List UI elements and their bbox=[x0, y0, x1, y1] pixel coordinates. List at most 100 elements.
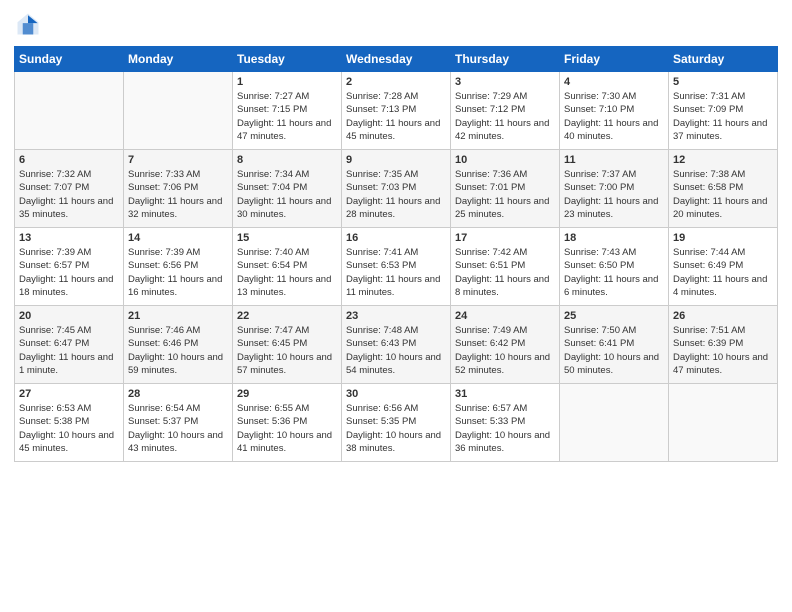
day-number: 3 bbox=[455, 76, 555, 88]
day-number: 17 bbox=[455, 232, 555, 244]
day-number: 11 bbox=[564, 154, 664, 166]
day-number: 30 bbox=[346, 388, 446, 400]
day-cell bbox=[669, 384, 778, 462]
weekday-header-tuesday: Tuesday bbox=[233, 47, 342, 72]
day-number: 16 bbox=[346, 232, 446, 244]
day-info: Sunrise: 6:57 AMSunset: 5:33 PMDaylight:… bbox=[455, 402, 555, 455]
logo bbox=[14, 10, 44, 38]
day-info: Sunrise: 7:31 AMSunset: 7:09 PMDaylight:… bbox=[673, 90, 773, 143]
day-info: Sunrise: 7:39 AMSunset: 6:57 PMDaylight:… bbox=[19, 246, 119, 299]
day-cell: 24 Sunrise: 7:49 AMSunset: 6:42 PMDayligh… bbox=[451, 306, 560, 384]
calendar-header: SundayMondayTuesdayWednesdayThursdayFrid… bbox=[15, 47, 778, 72]
day-info: Sunrise: 7:39 AMSunset: 6:56 PMDaylight:… bbox=[128, 246, 228, 299]
day-cell: 16Sunrise: 7:41 AMSunset: 6:53 PMDayligh… bbox=[342, 228, 451, 306]
day-info: Sunrise: 7:46 AMSunset: 6:46 PMDaylight:… bbox=[128, 324, 228, 377]
logo-icon bbox=[14, 10, 42, 38]
day-info: Sunrise: 7:47 AMSunset: 6:45 PMDaylight:… bbox=[237, 324, 337, 377]
week-row-3: 13 Sunrise: 7:39 AMSunset: 6:57 PMDayligh… bbox=[15, 228, 778, 306]
day-info: Sunrise: 7:30 AMSunset: 7:10 PMDaylight:… bbox=[564, 90, 664, 143]
day-info: Sunrise: 7:37 AMSunset: 7:00 PMDaylight:… bbox=[564, 168, 664, 221]
day-info: Sunrise: 7:35 AMSunset: 7:03 PMDaylight:… bbox=[346, 168, 446, 221]
day-info: Sunrise: 7:45 AMSunset: 6:47 PMDaylight:… bbox=[19, 324, 119, 377]
day-cell: 9 Sunrise: 7:35 AMSunset: 7:03 PMDaylight… bbox=[342, 150, 451, 228]
day-number: 28 bbox=[128, 388, 228, 400]
day-number: 26 bbox=[673, 310, 773, 322]
day-cell: 18 Sunrise: 7:43 AMSunset: 6:50 PMDayligh… bbox=[560, 228, 669, 306]
day-info: Sunrise: 6:55 AMSunset: 5:36 PMDaylight:… bbox=[237, 402, 337, 455]
day-info: Sunrise: 6:53 AMSunset: 5:38 PMDaylight:… bbox=[19, 402, 119, 455]
day-number: 27 bbox=[19, 388, 119, 400]
day-cell: 27 Sunrise: 6:53 AMSunset: 5:38 PMDayligh… bbox=[15, 384, 124, 462]
day-cell: 26 Sunrise: 7:51 AMSunset: 6:39 PMDayligh… bbox=[669, 306, 778, 384]
day-info: Sunrise: 7:27 AMSunset: 7:15 PMDaylight:… bbox=[237, 90, 337, 143]
day-number: 15 bbox=[237, 232, 337, 244]
day-info: Sunrise: 7:28 AMSunset: 7:13 PMDaylight:… bbox=[346, 90, 446, 143]
day-cell: 13 Sunrise: 7:39 AMSunset: 6:57 PMDayligh… bbox=[15, 228, 124, 306]
day-cell: 21 Sunrise: 7:46 AMSunset: 6:46 PMDayligh… bbox=[124, 306, 233, 384]
day-cell: 10Sunrise: 7:36 AMSunset: 7:01 PMDayligh… bbox=[451, 150, 560, 228]
day-info: Sunrise: 7:49 AMSunset: 6:42 PMDaylight:… bbox=[455, 324, 555, 377]
day-cell: 25 Sunrise: 7:50 AMSunset: 6:41 PMDayligh… bbox=[560, 306, 669, 384]
day-cell: 5 Sunrise: 7:31 AMSunset: 7:09 PMDaylight… bbox=[669, 72, 778, 150]
header bbox=[14, 10, 778, 38]
day-cell bbox=[15, 72, 124, 150]
week-row-1: 1 Sunrise: 7:27 AMSunset: 7:15 PMDaylight… bbox=[15, 72, 778, 150]
day-number: 24 bbox=[455, 310, 555, 322]
day-cell: 8Sunrise: 7:34 AMSunset: 7:04 PMDaylight… bbox=[233, 150, 342, 228]
day-info: Sunrise: 7:51 AMSunset: 6:39 PMDaylight:… bbox=[673, 324, 773, 377]
day-number: 20 bbox=[19, 310, 119, 322]
day-info: Sunrise: 7:50 AMSunset: 6:41 PMDaylight:… bbox=[564, 324, 664, 377]
day-number: 5 bbox=[673, 76, 773, 88]
weekday-header-sunday: Sunday bbox=[15, 47, 124, 72]
day-info: Sunrise: 7:33 AMSunset: 7:06 PMDaylight:… bbox=[128, 168, 228, 221]
weekday-header-friday: Friday bbox=[560, 47, 669, 72]
day-number: 7 bbox=[128, 154, 228, 166]
weekday-header-monday: Monday bbox=[124, 47, 233, 72]
day-cell: 4 Sunrise: 7:30 AMSunset: 7:10 PMDaylight… bbox=[560, 72, 669, 150]
day-cell: 29 Sunrise: 6:55 AMSunset: 5:36 PMDayligh… bbox=[233, 384, 342, 462]
weekday-header-wednesday: Wednesday bbox=[342, 47, 451, 72]
day-number: 21 bbox=[128, 310, 228, 322]
weekday-header-saturday: Saturday bbox=[669, 47, 778, 72]
day-info: Sunrise: 7:42 AMSunset: 6:51 PMDaylight:… bbox=[455, 246, 555, 299]
day-info: Sunrise: 7:44 AMSunset: 6:49 PMDaylight:… bbox=[673, 246, 773, 299]
day-number: 18 bbox=[564, 232, 664, 244]
day-cell: 31Sunrise: 6:57 AMSunset: 5:33 PMDayligh… bbox=[451, 384, 560, 462]
day-cell: 7 Sunrise: 7:33 AMSunset: 7:06 PMDaylight… bbox=[124, 150, 233, 228]
day-number: 2 bbox=[346, 76, 446, 88]
day-info: Sunrise: 7:36 AMSunset: 7:01 PMDaylight:… bbox=[455, 168, 555, 221]
day-number: 13 bbox=[19, 232, 119, 244]
day-info: Sunrise: 7:40 AMSunset: 6:54 PMDaylight:… bbox=[237, 246, 337, 299]
day-info: Sunrise: 6:54 AMSunset: 5:37 PMDaylight:… bbox=[128, 402, 228, 455]
day-cell: 28 Sunrise: 6:54 AMSunset: 5:37 PMDayligh… bbox=[124, 384, 233, 462]
day-number: 23 bbox=[346, 310, 446, 322]
day-cell: 12Sunrise: 7:38 AMSunset: 6:58 PMDayligh… bbox=[669, 150, 778, 228]
day-number: 8 bbox=[237, 154, 337, 166]
day-number: 1 bbox=[237, 76, 337, 88]
day-number: 4 bbox=[564, 76, 664, 88]
day-info: Sunrise: 6:56 AMSunset: 5:35 PMDaylight:… bbox=[346, 402, 446, 455]
day-cell: 30 Sunrise: 6:56 AMSunset: 5:35 PMDayligh… bbox=[342, 384, 451, 462]
day-cell: 11 Sunrise: 7:37 AMSunset: 7:00 PMDayligh… bbox=[560, 150, 669, 228]
week-row-2: 6 Sunrise: 7:32 AMSunset: 7:07 PMDaylight… bbox=[15, 150, 778, 228]
calendar-table: SundayMondayTuesdayWednesdayThursdayFrid… bbox=[14, 46, 778, 462]
day-number: 29 bbox=[237, 388, 337, 400]
weekday-header-thursday: Thursday bbox=[451, 47, 560, 72]
day-info: Sunrise: 7:32 AMSunset: 7:07 PMDaylight:… bbox=[19, 168, 119, 221]
day-cell: 19 Sunrise: 7:44 AMSunset: 6:49 PMDayligh… bbox=[669, 228, 778, 306]
week-row-5: 27 Sunrise: 6:53 AMSunset: 5:38 PMDayligh… bbox=[15, 384, 778, 462]
day-number: 19 bbox=[673, 232, 773, 244]
day-cell: 17 Sunrise: 7:42 AMSunset: 6:51 PMDayligh… bbox=[451, 228, 560, 306]
day-number: 6 bbox=[19, 154, 119, 166]
day-number: 14 bbox=[128, 232, 228, 244]
day-info: Sunrise: 7:43 AMSunset: 6:50 PMDaylight:… bbox=[564, 246, 664, 299]
day-cell: 1 Sunrise: 7:27 AMSunset: 7:15 PMDaylight… bbox=[233, 72, 342, 150]
day-number: 9 bbox=[346, 154, 446, 166]
day-number: 25 bbox=[564, 310, 664, 322]
day-cell: 22 Sunrise: 7:47 AMSunset: 6:45 PMDayligh… bbox=[233, 306, 342, 384]
day-info: Sunrise: 7:48 AMSunset: 6:43 PMDaylight:… bbox=[346, 324, 446, 377]
day-cell bbox=[560, 384, 669, 462]
day-cell bbox=[124, 72, 233, 150]
day-cell: 3Sunrise: 7:29 AMSunset: 7:12 PMDaylight… bbox=[451, 72, 560, 150]
day-number: 22 bbox=[237, 310, 337, 322]
